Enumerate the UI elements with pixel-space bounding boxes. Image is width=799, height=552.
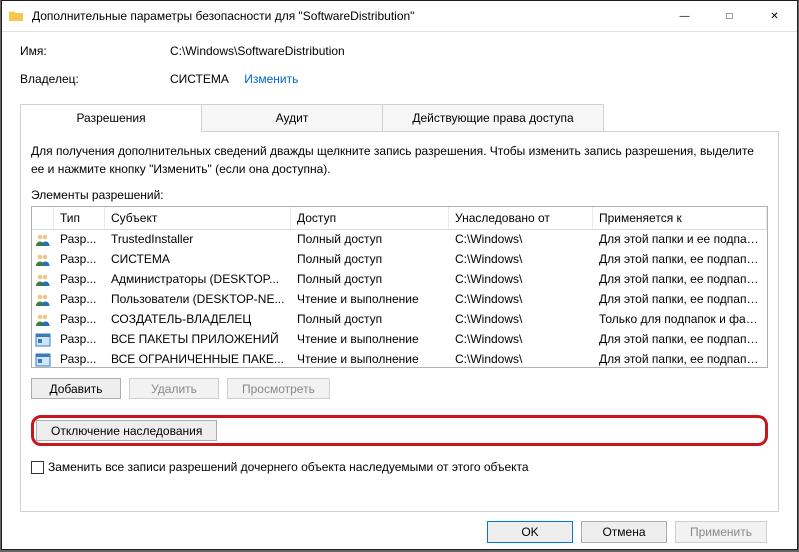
maximize-button[interactable]: □ xyxy=(707,1,752,31)
cell-applies: Для этой папки, ее подпапо... xyxy=(593,330,767,350)
tab-effective-access[interactable]: Действующие права доступа xyxy=(382,104,604,132)
cell-type: Разр... xyxy=(54,270,105,290)
col-access[interactable]: Доступ xyxy=(291,207,449,229)
cancel-button[interactable]: Отмена xyxy=(581,521,667,543)
cell-access: Полный доступ xyxy=(291,230,449,250)
cell-subject: TrustedInstaller xyxy=(105,230,291,250)
cell-inherited: C:\Windows\ xyxy=(449,270,593,290)
users-icon xyxy=(32,290,54,310)
remove-button: Удалить xyxy=(129,378,219,399)
cell-inherited: C:\Windows\ xyxy=(449,230,593,250)
col-applies[interactable]: Применяется к xyxy=(593,207,767,229)
cell-inherited: C:\Windows\ xyxy=(449,310,593,330)
users-icon xyxy=(32,250,54,270)
table-row[interactable]: Разр...TrustedInstallerПолный доступC:\W… xyxy=(32,230,767,250)
cell-subject: ВСЕ ОГРАНИЧЕННЫЕ ПАКЕ... xyxy=(105,350,291,367)
close-button[interactable]: ✕ xyxy=(752,1,797,31)
cell-access: Полный доступ xyxy=(291,250,449,270)
cell-applies: Только для подпапок и фай... xyxy=(593,310,767,330)
cell-type: Разр... xyxy=(54,310,105,330)
tab-audit[interactable]: Аудит xyxy=(201,104,383,132)
disable-inheritance-button[interactable]: Отключение наследования xyxy=(36,420,217,441)
cell-type: Разр... xyxy=(54,350,105,367)
package-icon xyxy=(32,330,54,350)
cell-applies: Для этой папки, ее подпапо... xyxy=(593,350,767,367)
cell-type: Разр... xyxy=(54,290,105,310)
replace-children-checkbox[interactable] xyxy=(31,461,44,474)
cell-subject: Пользователи (DESKTOP-NE... xyxy=(105,290,291,310)
table-row[interactable]: Разр...СИСТЕМАПолный доступC:\Windows\Дл… xyxy=(32,250,767,270)
tabs: Разрешения Аудит Действующие права досту… xyxy=(20,104,779,132)
replace-children-label: Заменить все записи разрешений дочернего… xyxy=(48,460,529,474)
table-row[interactable]: Разр...ВСЕ ОГРАНИЧЕННЫЕ ПАКЕ...Чтение и … xyxy=(32,350,767,367)
users-icon xyxy=(32,270,54,290)
permission-list[interactable]: Тип Субъект Доступ Унаследовано от Приме… xyxy=(31,206,768,368)
name-label: Имя: xyxy=(20,44,170,58)
cell-applies: Для этой папки и ее подпап... xyxy=(593,230,767,250)
cell-type: Разр... xyxy=(54,250,105,270)
cell-applies: Для этой папки, ее подпапо... xyxy=(593,250,767,270)
view-button: Просмотреть xyxy=(227,378,330,399)
cell-inherited: C:\Windows\ xyxy=(449,250,593,270)
cell-inherited: C:\Windows\ xyxy=(449,290,593,310)
cell-access: Чтение и выполнение xyxy=(291,330,449,350)
cell-subject: СИСТЕМА xyxy=(105,250,291,270)
cell-subject: СОЗДАТЕЛЬ-ВЛАДЕЛЕЦ xyxy=(105,310,291,330)
package-icon xyxy=(32,350,54,367)
cell-access: Чтение и выполнение xyxy=(291,350,449,367)
list-header: Тип Субъект Доступ Унаследовано от Приме… xyxy=(32,207,767,230)
owner-text: СИСТЕМА xyxy=(170,72,229,86)
cell-inherited: C:\Windows\ xyxy=(449,350,593,367)
hint-text: Для получения дополнительных сведений дв… xyxy=(31,142,768,178)
owner-label: Владелец: xyxy=(20,72,170,86)
add-button[interactable]: Добавить xyxy=(31,378,121,399)
tab-permissions[interactable]: Разрешения xyxy=(20,104,202,132)
table-row[interactable]: Разр...ВСЕ ПАКЕТЫ ПРИЛОЖЕНИЙЧтение и вып… xyxy=(32,330,767,350)
owner-value: СИСТЕМА Изменить xyxy=(170,72,298,86)
col-subject[interactable]: Субъект xyxy=(105,207,291,229)
tab-pane: Для получения дополнительных сведений дв… xyxy=(20,132,779,512)
cell-subject: Администраторы (DESKTOP... xyxy=(105,270,291,290)
users-icon xyxy=(32,310,54,330)
col-inherited[interactable]: Унаследовано от xyxy=(449,207,593,229)
table-row[interactable]: Разр...Пользователи (DESKTOP-NE...Чтение… xyxy=(32,290,767,310)
users-icon xyxy=(32,230,54,250)
dialog-body: Имя: C:\Windows\SoftwareDistribution Вла… xyxy=(2,32,797,549)
table-row[interactable]: Разр...Администраторы (DESKTOP...Полный … xyxy=(32,270,767,290)
cell-access: Полный доступ xyxy=(291,270,449,290)
cell-access: Чтение и выполнение xyxy=(291,290,449,310)
list-label: Элементы разрешений: xyxy=(31,188,768,202)
change-owner-link[interactable]: Изменить xyxy=(244,72,298,86)
security-dialog: Дополнительные параметры безопасности дл… xyxy=(1,0,798,550)
cell-type: Разр... xyxy=(54,230,105,250)
cell-subject: ВСЕ ПАКЕТЫ ПРИЛОЖЕНИЙ xyxy=(105,330,291,350)
window-title: Дополнительные параметры безопасности дл… xyxy=(32,9,662,23)
cell-applies: Для этой папки, ее подпапо... xyxy=(593,290,767,310)
minimize-button[interactable]: — xyxy=(662,1,707,31)
cell-type: Разр... xyxy=(54,330,105,350)
ok-button[interactable]: OK xyxy=(487,521,573,543)
table-row[interactable]: Разр...СОЗДАТЕЛЬ-ВЛАДЕЛЕЦПолный доступC:… xyxy=(32,310,767,330)
titlebar: Дополнительные параметры безопасности дл… xyxy=(2,1,797,32)
disable-inheritance-highlight: Отключение наследования xyxy=(31,415,768,446)
cell-applies: Для этой папки, ее подпапо... xyxy=(593,270,767,290)
name-value: C:\Windows\SoftwareDistribution xyxy=(170,44,345,58)
col-type[interactable]: Тип xyxy=(54,207,105,229)
apply-button: Применить xyxy=(675,521,767,543)
folder-icon xyxy=(8,8,24,24)
cell-inherited: C:\Windows\ xyxy=(449,330,593,350)
cell-access: Полный доступ xyxy=(291,310,449,330)
